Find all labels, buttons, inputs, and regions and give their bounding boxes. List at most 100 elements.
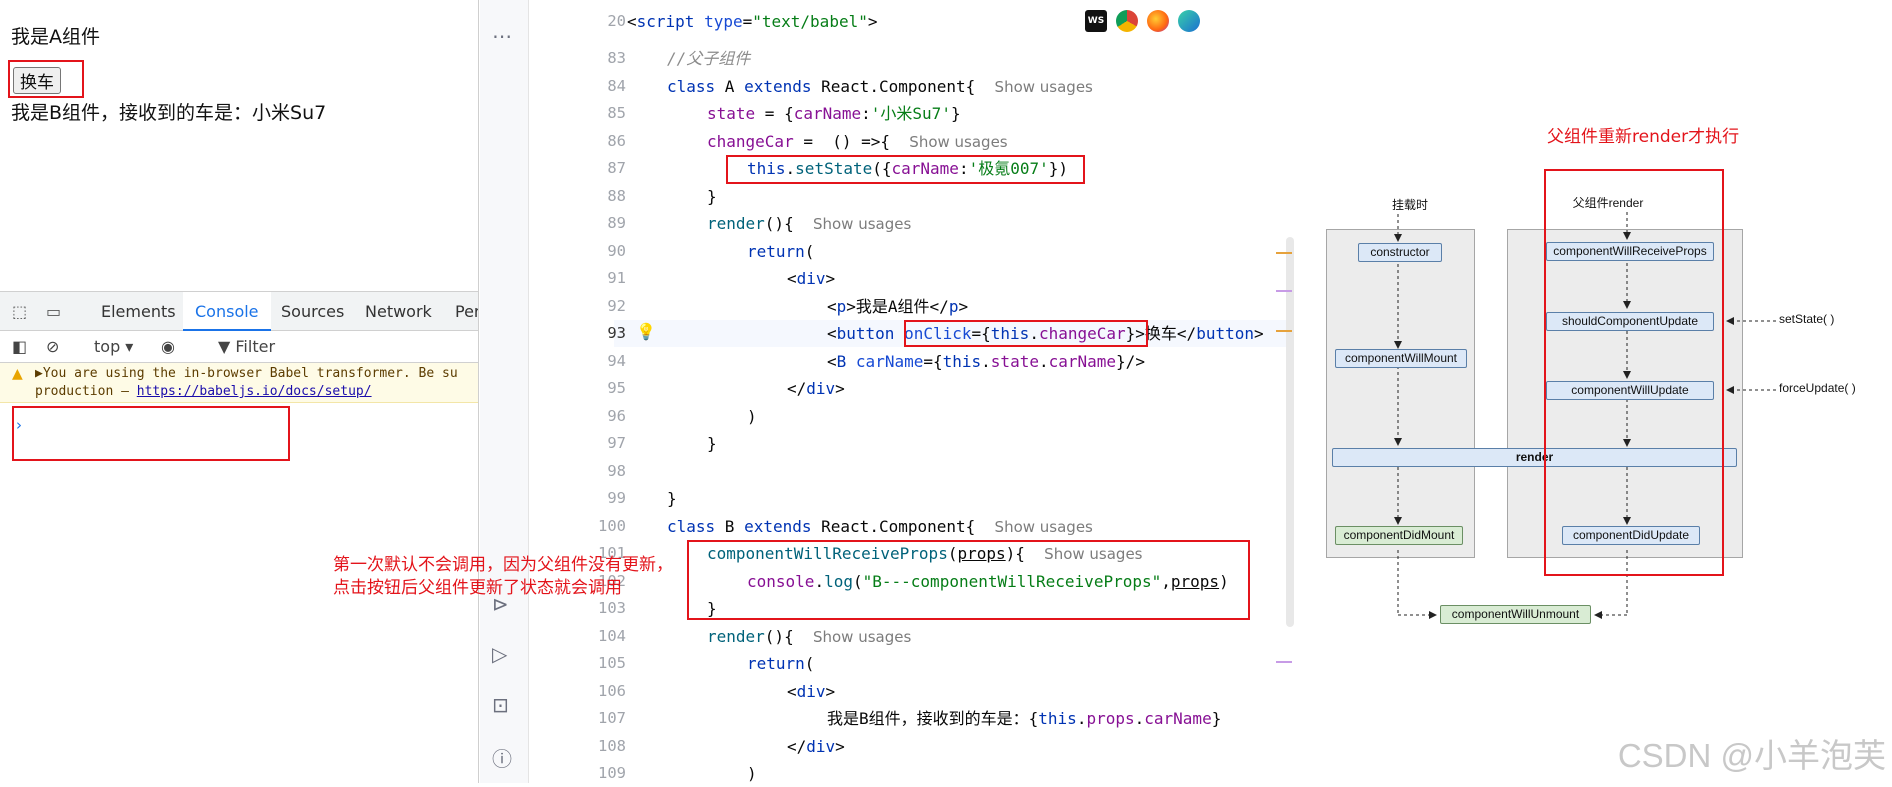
line-number: 108 xyxy=(598,737,626,755)
line-number: 106 xyxy=(598,682,626,700)
tab-elements[interactable]: Elements xyxy=(101,292,176,331)
highlight-box-button xyxy=(8,60,84,98)
show-usages-hint[interactable]: Show usages xyxy=(813,215,911,233)
show-usages-hint[interactable]: Show usages xyxy=(995,518,1093,536)
line-number: 98 xyxy=(607,462,626,480)
code-line-84: class A extends React.Component{ Show us… xyxy=(667,77,1093,96)
more-icon[interactable]: ⋯ xyxy=(492,24,512,48)
tab-performance[interactable]: Per xyxy=(455,292,478,331)
annotation-note-line-2: 点击按钮后父组件更新了状态就会调用 xyxy=(333,578,622,598)
forceupdate-label: forceUpdate( ) xyxy=(1779,381,1856,395)
console-warning: ▲ ▶You are using the in-browser Babel tr… xyxy=(0,363,478,403)
line-number: 105 xyxy=(598,654,626,672)
line-number: 20 xyxy=(607,12,626,30)
did-mount-node: componentDidMount xyxy=(1335,526,1463,545)
editor-scrollbar[interactable] xyxy=(1286,237,1294,627)
setstate-label: setState( ) xyxy=(1779,312,1835,326)
run-icon[interactable]: ▷ xyxy=(492,642,507,666)
line-number: 84 xyxy=(607,77,626,95)
code-line-99: } xyxy=(667,489,677,508)
will-unmount-node: componentWillUnmount xyxy=(1440,605,1591,624)
scroll-marker-change xyxy=(1276,661,1292,663)
highlight-box-update-path xyxy=(1544,169,1724,576)
clear-console-icon[interactable]: ⊘ xyxy=(46,337,59,356)
line-number: 91 xyxy=(607,269,626,287)
warning-icon: ▲ xyxy=(12,366,23,382)
constructor-node: constructor xyxy=(1358,243,1442,262)
tool-rail: ⋯ ⊳ ▷ ⊡ ⓘ xyxy=(480,0,529,783)
code-line-88: } xyxy=(707,187,717,206)
highlight-box-onclick xyxy=(904,320,1148,347)
line-number: 104 xyxy=(598,627,626,645)
warning-text-line-2: production – https://babeljs.io/docs/set… xyxy=(35,384,372,399)
line-number: 103 xyxy=(598,599,626,617)
context-label: top xyxy=(94,337,121,356)
highlight-box-receiveprops xyxy=(687,540,1250,620)
line-number: 88 xyxy=(607,187,626,205)
line-number: 93 xyxy=(607,324,626,342)
code-line-100: class B extends React.Component{ Show us… xyxy=(667,517,1093,536)
lifecycle-diagram: 父组件重新render才执行 挂载时 父组件render constructor… xyxy=(1294,0,1892,783)
terminal-icon[interactable]: ⊡ xyxy=(492,693,509,717)
filter-icon: ▼ xyxy=(218,337,236,356)
component-b-text: 我是B组件，接收到的车是：小米Su7 xyxy=(11,102,327,124)
edge-icon[interactable] xyxy=(1178,10,1200,32)
line-number: 94 xyxy=(607,352,626,370)
devtools-tabbar: ⬚ ▭ Elements Console Sources Network Per xyxy=(0,292,478,331)
code-line-104: render(){ Show usages xyxy=(707,627,912,646)
scroll-marker-warning xyxy=(1276,252,1292,254)
inspect-element-icon[interactable]: ⬚ xyxy=(12,302,27,321)
line-number: 89 xyxy=(607,214,626,232)
code-line-86: changeCar = () =>{ Show usages xyxy=(707,132,1008,151)
code-line-83: //父子组件 xyxy=(667,49,751,68)
tab-console[interactable]: Console xyxy=(183,292,271,331)
annotation-note-line-1: 第一次默认不会调用，因为父组件没有更新， xyxy=(333,555,673,575)
show-usages-hint[interactable]: Show usages xyxy=(995,78,1093,96)
console-toolbar: ◧ ⊘ top ▾ ◉ ▼ Filter xyxy=(0,331,478,363)
webstorm-icon[interactable]: WS xyxy=(1085,10,1107,32)
warning-prefix: production – xyxy=(35,384,137,399)
line-number: 86 xyxy=(607,132,626,150)
line-number: 83 xyxy=(607,49,626,67)
will-mount-node: componentWillMount xyxy=(1335,349,1467,368)
eye-icon[interactable]: ◉ xyxy=(161,337,175,356)
devtools-panel: ⬚ ▭ Elements Console Sources Network Per… xyxy=(0,291,478,783)
chrome-icon[interactable] xyxy=(1116,10,1138,32)
code-editor: ⋯ ⊳ ▷ ⊡ ⓘ 20 83 84 85 86 87 88 89 90 91 … xyxy=(480,0,1294,783)
browser-panel: 我是A组件 换车 我是B组件，接收到的车是：小米Su7 ⬚ ▭ Elements… xyxy=(0,0,479,783)
tab-network[interactable]: Network xyxy=(365,292,432,331)
firefox-icon[interactable] xyxy=(1147,10,1169,32)
lightbulb-icon[interactable]: 💡 xyxy=(636,322,656,341)
line-number: 90 xyxy=(607,242,626,260)
tab-sources[interactable]: Sources xyxy=(281,292,344,331)
sidebar-toggle-icon[interactable]: ◧ xyxy=(12,337,27,356)
line-number: 107 xyxy=(598,709,626,727)
scroll-marker-change xyxy=(1276,290,1292,292)
line-number: 87 xyxy=(607,159,626,177)
scroll-marker-warning xyxy=(1276,330,1292,332)
line-number-gutter: 20 83 84 85 86 87 88 89 90 91 92 93 94 9… xyxy=(529,0,626,783)
line-number: 92 xyxy=(607,297,626,315)
show-usages-hint[interactable]: Show usages xyxy=(909,133,1007,151)
code-line-97: } xyxy=(707,434,717,453)
open-in-browser-toolbar: WS xyxy=(1085,10,1200,36)
device-toolbar-icon[interactable]: ▭ xyxy=(46,302,61,321)
watermark: CSDN @小羊泡芙 xyxy=(1617,737,1886,774)
line-number: 85 xyxy=(607,104,626,122)
code-line-85: state = {carName:'小米Su7'} xyxy=(707,104,961,123)
line-number: 95 xyxy=(607,379,626,397)
highlight-box-console xyxy=(12,406,290,461)
show-usages-hint[interactable]: Show usages xyxy=(813,628,911,646)
filter-placeholder: Filter xyxy=(235,337,276,356)
component-a-text: 我是A组件 xyxy=(11,26,100,48)
context-select[interactable]: top ▾ xyxy=(94,337,133,356)
babel-docs-link[interactable]: https://babeljs.io/docs/setup/ xyxy=(137,384,372,399)
line-number: 99 xyxy=(607,489,626,507)
line-number: 97 xyxy=(607,434,626,452)
problems-icon[interactable]: ⓘ xyxy=(492,743,512,772)
filter-input[interactable]: ▼ Filter xyxy=(218,337,275,356)
line-number: 96 xyxy=(607,407,626,425)
line-number: 100 xyxy=(598,517,626,535)
code-line-89: render(){ Show usages xyxy=(707,214,912,233)
warning-text-line-1: ▶You are using the in-browser Babel tran… xyxy=(35,366,458,381)
